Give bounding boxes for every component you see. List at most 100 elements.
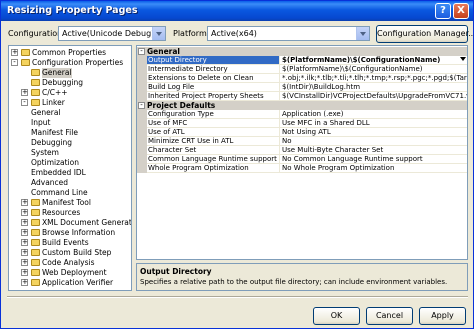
close-button[interactable]: X (453, 3, 469, 19)
property-name[interactable]: Inherited Project Property Sheets (147, 92, 279, 101)
help-button[interactable]: ? (435, 3, 451, 19)
expand-icon[interactable]: + (21, 229, 28, 236)
expand-icon[interactable]: + (21, 279, 28, 286)
tree-item-build-events[interactable]: Build Events (42, 238, 89, 248)
apply-button[interactable]: Apply (419, 307, 466, 325)
tree-item-web-deployment[interactable]: Web Deployment (42, 268, 107, 278)
property-value[interactable]: No (279, 137, 467, 146)
expand-icon[interactable]: + (21, 249, 28, 256)
property-value-text: No Common Language Runtime support (282, 155, 423, 163)
property-row[interactable]: Whole Program Optimization No Whole Progr… (137, 164, 467, 173)
row-gutter (137, 119, 147, 128)
tree-item-embedded-idl[interactable]: Embedded IDL (31, 168, 86, 178)
chevron-down-icon[interactable] (460, 57, 466, 61)
ok-button[interactable]: OK (313, 307, 360, 325)
property-name[interactable]: Common Language Runtime support (147, 155, 279, 164)
category-header[interactable]: - Project Defaults (137, 101, 467, 110)
description-panel: Output Directory Specifies a relative pa… (136, 263, 468, 291)
property-row[interactable]: Common Language Runtime support No Common… (137, 155, 467, 164)
property-name[interactable]: Output Directory (147, 56, 279, 65)
tree-item-linker[interactable]: Linker (42, 98, 65, 108)
tree-item-code-analysis[interactable]: Code Analysis (42, 258, 95, 268)
expand-icon[interactable]: + (21, 199, 28, 206)
tree-item-manifest-file[interactable]: Manifest File (31, 128, 78, 138)
collapse-icon[interactable]: - (138, 48, 145, 55)
property-value[interactable]: Not Using ATL (279, 128, 467, 137)
category-header[interactable]: - General (137, 47, 467, 56)
property-value[interactable]: Use Multi-Byte Character Set (279, 146, 467, 155)
property-row[interactable]: Build Log File $(IntDir)\BuildLog.htm (137, 83, 467, 92)
tree-item-common-properties[interactable]: Common Properties (32, 48, 106, 58)
title-bar[interactable]: Resizing Property Pages ? X (1, 1, 473, 21)
expand-icon[interactable]: + (21, 269, 28, 276)
tree-item-manifest-tool[interactable]: Manifest Tool (42, 198, 91, 208)
chevron-down-icon[interactable] (152, 27, 165, 40)
tree-item-general[interactable]: General (42, 68, 72, 78)
property-name[interactable]: Whole Program Optimization (147, 164, 279, 173)
property-name[interactable]: Use of MFC (147, 119, 279, 128)
collapse-icon[interactable]: - (21, 99, 28, 106)
property-row[interactable]: Minimize CRT Use in ATL No (137, 137, 467, 146)
collapse-icon[interactable]: - (138, 102, 145, 109)
tree-item-advanced[interactable]: Advanced (31, 178, 68, 188)
property-row[interactable]: Configuration Type Application (.exe) (137, 110, 467, 119)
property-value[interactable]: No Common Language Runtime support (279, 155, 467, 164)
property-value[interactable]: Use MFC in a Shared DLL (279, 119, 467, 128)
tree-item-application-verifier[interactable]: Application Verifier (42, 278, 113, 288)
expand-icon[interactable]: + (21, 239, 28, 246)
expand-icon[interactable]: + (11, 49, 18, 56)
row-gutter (137, 137, 147, 146)
configuration-select[interactable]: Active(Unicode Debug) (58, 26, 166, 41)
folder-icon (31, 99, 40, 106)
tree-item-debugging[interactable]: Debugging (31, 138, 72, 148)
tree-item-c-c-[interactable]: C/C++ (42, 88, 68, 98)
property-row[interactable]: Inherited Project Property Sheets $(VCIns… (137, 92, 467, 101)
platform-value: Active(x64) (211, 29, 257, 38)
property-name[interactable]: Use of ATL (147, 128, 279, 137)
tree-item-input[interactable]: Input (31, 118, 50, 128)
property-value[interactable]: $(PlatformName)\$(ConfigurationName) (279, 56, 467, 65)
row-gutter (137, 128, 147, 137)
tree-item-command-line[interactable]: Command Line (31, 188, 88, 198)
property-value[interactable]: No Whole Program Optimization (279, 164, 467, 173)
property-grid[interactable]: - General Output Directory $(PlatformName)\… (136, 45, 468, 260)
chevron-down-icon[interactable] (356, 27, 369, 40)
property-name[interactable]: Extensions to Delete on Clean (147, 74, 279, 83)
folder-icon (31, 229, 40, 236)
property-name[interactable]: Configuration Type (147, 110, 279, 119)
property-value[interactable]: $(VCInstallDir)VCProjectDefaults\Upgrade… (279, 92, 467, 101)
tree-item-resources[interactable]: Resources (42, 208, 80, 218)
platform-select[interactable]: Active(x64) (207, 26, 370, 41)
property-name[interactable]: Intermediate Directory (147, 65, 279, 74)
tree-item-optimization[interactable]: Optimization (31, 158, 79, 168)
configuration-manager-button[interactable]: Configuration Manager... (376, 25, 473, 43)
property-value[interactable]: Application (.exe) (279, 110, 467, 119)
collapse-icon[interactable]: - (11, 59, 18, 66)
property-value[interactable]: *.obj;*.ilk;*.tlb;*.tli;*.tlh;*.tmp;*.rs… (279, 74, 467, 83)
tree-item-xml-document-generator[interactable]: XML Document Generator (42, 218, 131, 228)
property-row[interactable]: Extensions to Delete on Clean *.obj;*.ilk… (137, 74, 467, 83)
category-tree[interactable]: + Common Properties - Configuration Propert… (8, 45, 132, 291)
property-row[interactable]: Use of ATL Not Using ATL (137, 128, 467, 137)
tree-item-debugging[interactable]: Debugging (42, 78, 83, 88)
tree-item-general[interactable]: General (31, 108, 61, 118)
expand-icon[interactable]: + (21, 219, 28, 226)
property-value[interactable]: $(PlatformName)\$(ConfigurationName) (279, 65, 467, 74)
tree-item-system[interactable]: System (31, 148, 59, 158)
expand-icon[interactable]: + (21, 209, 28, 216)
property-row[interactable]: Use of MFC Use MFC in a Shared DLL (137, 119, 467, 128)
property-value-text: No (282, 137, 292, 145)
property-row[interactable]: Character Set Use Multi-Byte Character Se… (137, 146, 467, 155)
property-name[interactable]: Character Set (147, 146, 279, 155)
property-name[interactable]: Minimize CRT Use in ATL (147, 137, 279, 146)
expand-icon[interactable]: + (21, 259, 28, 266)
property-name[interactable]: Build Log File (147, 83, 279, 92)
expand-icon[interactable]: + (21, 89, 28, 96)
property-row[interactable]: Intermediate Directory $(PlatformName)\$(… (137, 65, 467, 74)
tree-item-browse-information[interactable]: Browse Information (42, 228, 115, 238)
tree-item-custom-build-step[interactable]: Custom Build Step (42, 248, 111, 258)
property-value[interactable]: $(IntDir)\BuildLog.htm (279, 83, 467, 92)
property-row[interactable]: Output Directory $(PlatformName)\$(Config… (137, 56, 467, 65)
tree-item-configuration-properties[interactable]: Configuration Properties (32, 58, 123, 68)
cancel-button[interactable]: Cancel (366, 307, 413, 325)
